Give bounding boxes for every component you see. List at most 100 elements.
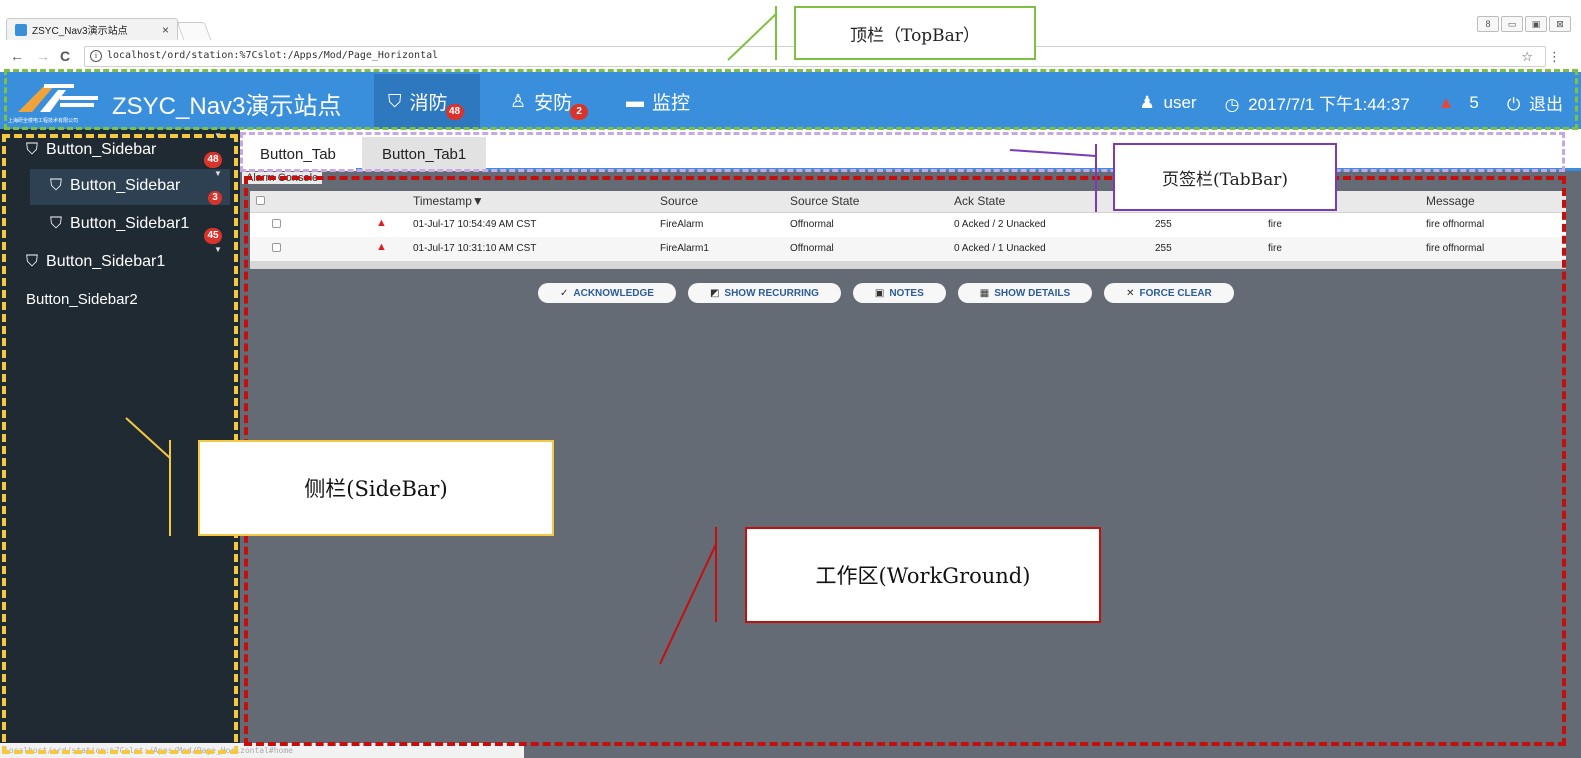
logout-button[interactable]: ⏻ 退出 xyxy=(1507,90,1563,115)
minimize-icon[interactable]: ▭ xyxy=(1501,16,1523,32)
cell-message: fire offnormal xyxy=(1426,243,1485,254)
sidebar-item-button-sidebar1[interactable]: ⛉ Button_Sidebar1 xyxy=(26,253,165,271)
horizontal-scrollbar[interactable] xyxy=(250,261,1566,269)
sidebar-item-button-sidebar2[interactable]: Button_Sidebar2 xyxy=(26,291,138,308)
caret-down-icon[interactable]: ▼ xyxy=(214,131,222,140)
button-label: NOTES xyxy=(889,287,924,299)
browser-menu-icon[interactable]: ⋮ xyxy=(1548,49,1561,65)
column-source[interactable]: Source xyxy=(660,194,698,208)
clock-icon: ◷ xyxy=(1224,95,1240,114)
alarm-count-badge: 2 xyxy=(570,103,589,120)
close-window-icon[interactable]: ⊠ xyxy=(1549,16,1571,32)
sidebar-item-button-sidebar[interactable]: ⛉ Button_Sidebar xyxy=(26,141,156,159)
column-source-state[interactable]: Source State xyxy=(790,194,859,208)
alarm-table: Timestamp▼ Source Source State Ack State… xyxy=(250,191,1566,269)
cell-priority: 255 xyxy=(1155,243,1172,254)
cell-message: fire offnormal xyxy=(1426,219,1485,230)
user-menu[interactable]: ♟ user xyxy=(1140,93,1197,113)
button-label: FORCE CLEAR xyxy=(1139,287,1212,299)
sidebar-badge: 3 xyxy=(208,191,222,205)
topbar-callout: 顶栏（TopBar） xyxy=(794,6,1036,60)
tabbar: Button_Tab Button_Tab1 xyxy=(240,129,1581,171)
browser-tab-title: ZSYC_Nav3演示站点 xyxy=(32,26,128,37)
alarm-indicator[interactable]: ▲ 5 xyxy=(1438,93,1479,113)
camera-icon: ▬ xyxy=(626,91,644,111)
cell-timestamp: 01-Jul-17 10:31:10 AM CST xyxy=(413,243,537,254)
nav-label: 监控 xyxy=(652,93,691,114)
caret-down-icon[interactable]: ▼ xyxy=(214,169,222,178)
tab-label: Button_Tab1 xyxy=(382,145,467,163)
url-text: localhost/ord/station:%7Cslot:/Apps/Mod/… xyxy=(107,50,439,61)
datetime: 2017/7/1 下午1:44:37 xyxy=(1248,95,1410,114)
acknowledge-button[interactable]: ✓ ACKNOWLEDGE xyxy=(538,283,676,303)
alarm-count-badge: 48 xyxy=(445,103,464,120)
column-ack-state[interactable]: Ack State xyxy=(954,194,1005,208)
company-logo: 上海研全楼电工程技术有限公司 xyxy=(8,78,100,124)
sidebar-item-label: Button_Sidebar xyxy=(70,177,181,194)
clock: ◷ 2017/7/1 下午1:44:37 xyxy=(1225,90,1410,115)
logo-caption: 上海研全楼电工程技术有限公司 xyxy=(8,118,79,124)
row-checkbox[interactable] xyxy=(272,219,281,228)
alarm-console-label: Alarm Console xyxy=(242,172,323,184)
sidebar-item-label: Button_Sidebar1 xyxy=(46,253,166,270)
cell-timestamp: 01-Jul-17 10:54:49 AM CST xyxy=(413,219,537,230)
topbar-right: ♟ user ◷ 2017/7/1 下午1:44:37 ▲ 5 ⏻ 退出 xyxy=(1140,90,1563,115)
profile-icon[interactable]: 8 xyxy=(1477,16,1499,32)
select-all-checkbox[interactable] xyxy=(256,196,265,205)
back-icon[interactable]: ← xyxy=(10,48,24,64)
table-row[interactable]: ▲ 01-Jul-17 10:54:49 AM CST FireAlarm Of… xyxy=(250,213,1566,237)
sidebar-item-button-sidebar1-child[interactable]: ⛉ Button_Sidebar1 xyxy=(50,215,189,233)
browser-tab[interactable]: ZSYC_Nav3演示站点 × xyxy=(6,18,178,40)
show-details-button[interactable]: ▦ SHOW DETAILS xyxy=(957,283,1093,303)
forward-icon[interactable]: → xyxy=(36,48,50,64)
alarm-count: 5 xyxy=(1469,92,1479,112)
nav-security[interactable]: ♙ 安防 2 xyxy=(496,74,604,129)
topbar: 上海研全楼电工程技术有限公司 ZSYC_Nav3演示站点 ⛉ 消防 48 ♙ 安… xyxy=(0,72,1581,129)
tab-label: Button_Tab xyxy=(260,145,336,163)
tabbar-callout: 页签栏(TabBar) xyxy=(1113,143,1337,211)
notes-button[interactable]: ▣ NOTES xyxy=(852,283,946,303)
table-row[interactable]: ▲ 01-Jul-17 10:31:10 AM CST FireAlarm1 O… xyxy=(250,237,1566,261)
nav-fire-protection[interactable]: ⛉ 消防 48 xyxy=(374,74,480,129)
details-icon: ▦ xyxy=(979,287,990,299)
maximize-icon[interactable]: ▣ xyxy=(1525,16,1547,32)
app-title: ZSYC_Nav3演示站点 xyxy=(112,93,342,120)
sidebar-item-label: Button_Sidebar2 xyxy=(26,291,138,308)
cell-ack-state: 0 Acked / 1 Unacked xyxy=(954,243,1046,254)
info-icon[interactable]: i xyxy=(90,50,102,62)
cell-ack-state: 0 Acked / 2 Unacked xyxy=(954,219,1046,230)
user-name: user xyxy=(1163,92,1197,112)
alarm-bell-icon: ▲ xyxy=(376,241,387,253)
sidebar-item-button-sidebar-child[interactable]: ⛉ Button_Sidebar xyxy=(50,177,180,195)
sidebar-callout: 侧栏(SideBar) xyxy=(198,440,554,536)
cell-alarm-class: fire xyxy=(1268,219,1282,230)
sidebar-item-label: Button_Sidebar1 xyxy=(70,215,190,232)
column-timestamp[interactable]: Timestamp▼ xyxy=(413,194,484,208)
notes-icon: ▣ xyxy=(874,287,885,299)
fire-extinguisher-icon: ⛉ xyxy=(26,141,39,158)
logo-mark-icon xyxy=(18,84,98,112)
sidebar-badge: 48 xyxy=(204,152,222,168)
show-recurring-button[interactable]: ◩ SHOW RECURRING xyxy=(687,283,841,303)
nav-monitoring[interactable]: ▬ 监控 xyxy=(612,74,704,129)
tab-button-tab1[interactable]: Button_Tab1 xyxy=(362,137,487,171)
row-checkbox[interactable] xyxy=(272,243,281,252)
tab-close-icon[interactable]: × xyxy=(162,23,169,37)
column-message[interactable]: Message xyxy=(1426,194,1475,208)
table-header: Timestamp▼ Source Source State Ack State… xyxy=(250,191,1566,213)
cell-source: FireAlarm xyxy=(660,219,704,230)
reload-icon[interactable]: C xyxy=(60,48,70,64)
sidebar-item-label: Button_Sidebar xyxy=(46,141,157,158)
bookmark-star-icon[interactable]: ☆ xyxy=(1521,49,1533,65)
browser-status-url: localhost/ord/station:%7Cslot:/Apps/Mod/… xyxy=(0,743,524,758)
caret-down-icon[interactable]: ▼ xyxy=(214,245,222,254)
force-clear-button[interactable]: ✕ FORCE CLEAR xyxy=(1104,283,1234,303)
new-tab-button[interactable] xyxy=(176,22,212,40)
logout-label: 退出 xyxy=(1529,95,1563,114)
power-icon: ⏻ xyxy=(1506,95,1521,114)
user-icon: ♟ xyxy=(1139,92,1155,112)
force-clear-icon: ✕ xyxy=(1126,287,1135,299)
tab-button-tab[interactable]: Button_Tab xyxy=(240,137,356,171)
fire-extinguisher-icon: ⛉ xyxy=(388,91,402,111)
favicon-icon xyxy=(15,23,27,36)
